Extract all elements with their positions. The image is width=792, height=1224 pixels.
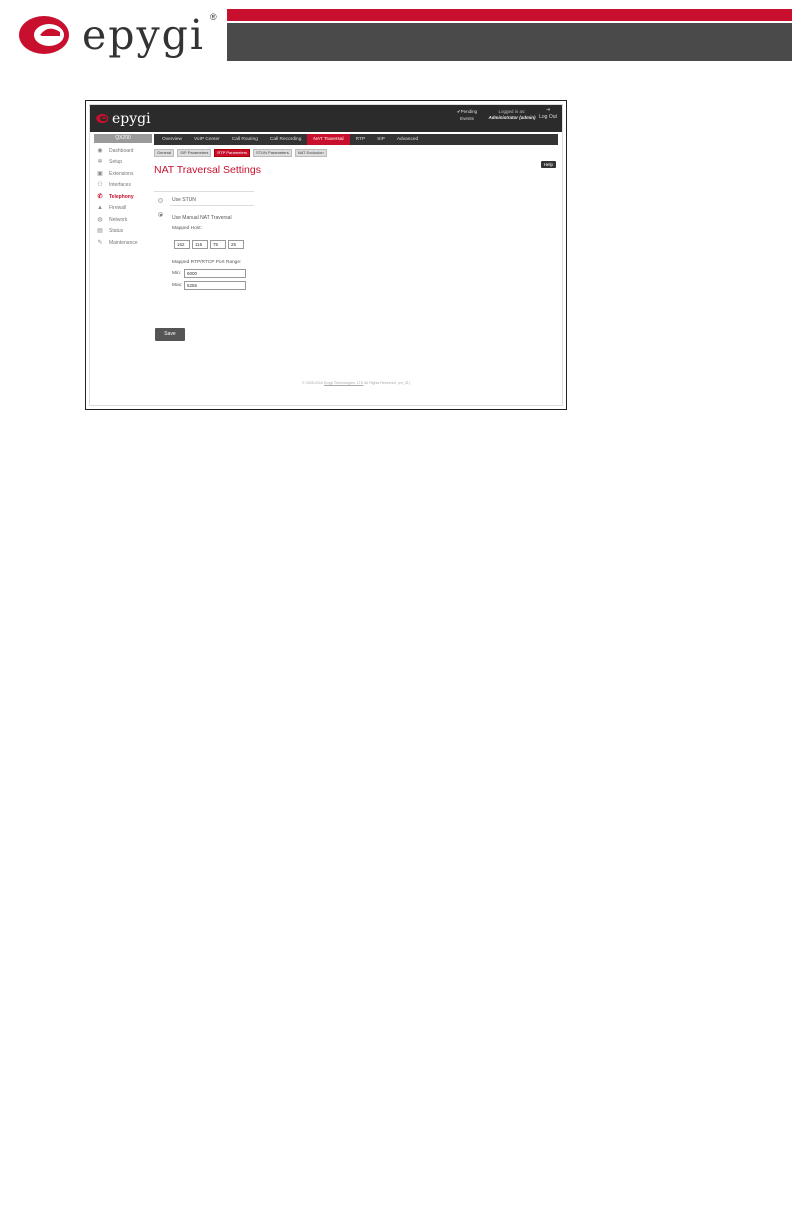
use-manual-nat-radio[interactable]	[158, 212, 163, 217]
app-logo: epygi	[96, 111, 151, 127]
mapped-host-octet-1[interactable]: 152	[174, 240, 190, 249]
gear-icon: ✲	[97, 159, 103, 166]
screenshot-frame: epygi ✔Pending Events Logged in as: Admi…	[85, 100, 567, 410]
interfaces-icon: ⚇	[97, 182, 103, 189]
subtab-general[interactable]: General	[154, 149, 175, 157]
mapped-host-label: Mapped Host:	[172, 226, 202, 231]
sidebar-item-network[interactable]: ◍ Network	[94, 214, 152, 226]
tab-rtp[interactable]: RTP	[350, 134, 372, 145]
tab-advanced[interactable]: Advanced	[391, 134, 424, 145]
use-stun-label: Use STUN	[172, 197, 196, 203]
use-manual-nat-label: Use Manual NAT Traversal	[172, 215, 232, 221]
wrench-icon: ✎	[97, 239, 103, 246]
help-button[interactable]: Help	[540, 161, 556, 168]
min-label: Min:	[172, 271, 182, 276]
extension-icon: ▣	[97, 170, 103, 177]
mapped-host-octet-3[interactable]: 75	[210, 240, 226, 249]
subtab-nat-exclusion[interactable]: NAT Exclusion	[294, 149, 327, 157]
device-title: QX200	[94, 134, 152, 143]
logged-in-user: Administrator (admin)	[488, 115, 536, 120]
sidebar-item-setup[interactable]: ✲ Setup	[94, 157, 152, 169]
epygi-logo-mark-icon	[19, 16, 69, 54]
max-label: Max:	[172, 283, 183, 288]
copyright-suffix: All Rights Reserved. (vn_01)	[364, 381, 410, 385]
sidebar-item-status[interactable]: ▤ Status	[94, 226, 152, 238]
tab-nat-traversal[interactable]: NAT Traversal	[307, 134, 350, 145]
mapped-host-octet-4[interactable]: 25	[228, 240, 244, 249]
tab-call-recording[interactable]: Call Recording	[264, 134, 307, 145]
epygi-logo: epygi	[18, 12, 205, 58]
sidebar-item-interfaces[interactable]: ⚇ Interfaces	[94, 180, 152, 192]
page-title: NAT Traversal Settings	[154, 164, 261, 176]
copyright: © 2005-2016 Epygi Technologies, LTD All …	[90, 381, 562, 385]
logout-icon: ⇥	[545, 107, 551, 113]
company-link[interactable]: Epygi Technologies, LTD	[324, 381, 363, 385]
tab-call-routing[interactable]: Call Routing	[226, 134, 264, 145]
subtab-rtp-parameters[interactable]: RTP Parameters	[214, 149, 251, 157]
registered-mark: ®	[210, 12, 217, 22]
mapped-host-octet-2[interactable]: 115	[192, 240, 208, 249]
app-topbar: epygi ✔Pending Events Logged in as: Admi…	[90, 105, 562, 132]
use-stun-radio[interactable]	[158, 198, 163, 203]
firewall-icon: ▲	[97, 205, 103, 212]
subtab-sip-parameters[interactable]: SIP Parameters	[177, 149, 212, 157]
app-window: epygi ✔Pending Events Logged in as: Admi…	[89, 104, 563, 406]
tab-overview[interactable]: Overview	[156, 134, 188, 145]
header-dark-bar	[227, 23, 792, 61]
port-range-label: Mapped RTP/RTCP Port Range:	[172, 260, 242, 265]
pending-events[interactable]: ✔Pending Events	[452, 108, 482, 122]
port-max-input[interactable]: 6255	[184, 281, 246, 290]
dashboard-icon: ◉	[97, 147, 103, 154]
app-logo-mark-icon	[96, 113, 109, 124]
sidebar-item-firewall[interactable]: ▲ Firewall	[94, 203, 152, 215]
sidebar-item-telephony[interactable]: ✆ Telephony	[94, 191, 152, 203]
subtab-stun-parameters[interactable]: STUN Parameters	[253, 149, 292, 157]
save-button[interactable]: Save	[155, 328, 185, 341]
sidebar-item-extensions[interactable]: ▣ Extensions	[94, 168, 152, 180]
tab-sip[interactable]: SIP	[371, 134, 391, 145]
tab-voip-center[interactable]: VoIP Center	[188, 134, 226, 145]
logout-button[interactable]: ⇥ Log Out	[537, 107, 559, 121]
sidebar-item-dashboard[interactable]: ◉ Dashboard	[94, 145, 152, 157]
divider	[154, 191, 254, 192]
port-min-input[interactable]: 6000	[184, 269, 246, 278]
copyright-prefix: © 2005-2016	[302, 381, 323, 385]
sidebar-item-maintenance[interactable]: ✎ Maintenance	[94, 237, 152, 249]
divider	[170, 205, 254, 206]
logo-text: epygi	[82, 10, 206, 59]
phone-icon: ✆	[97, 193, 103, 200]
header-red-bar	[227, 9, 792, 21]
main-tabs: Overview VoIP Center Call Routing Call R…	[154, 134, 558, 145]
sub-tabs: General SIP Parameters RTP Parameters ST…	[154, 149, 330, 157]
logged-in-info: Logged in as: Administrator (admin)	[488, 109, 536, 120]
network-icon: ◍	[97, 216, 103, 223]
sidebar: QX200 ◉ Dashboard ✲ Setup ▣ Extensions ⚇ Int…	[94, 134, 152, 249]
app-logo-text: epygi	[112, 110, 151, 127]
status-icon: ▤	[97, 228, 103, 235]
